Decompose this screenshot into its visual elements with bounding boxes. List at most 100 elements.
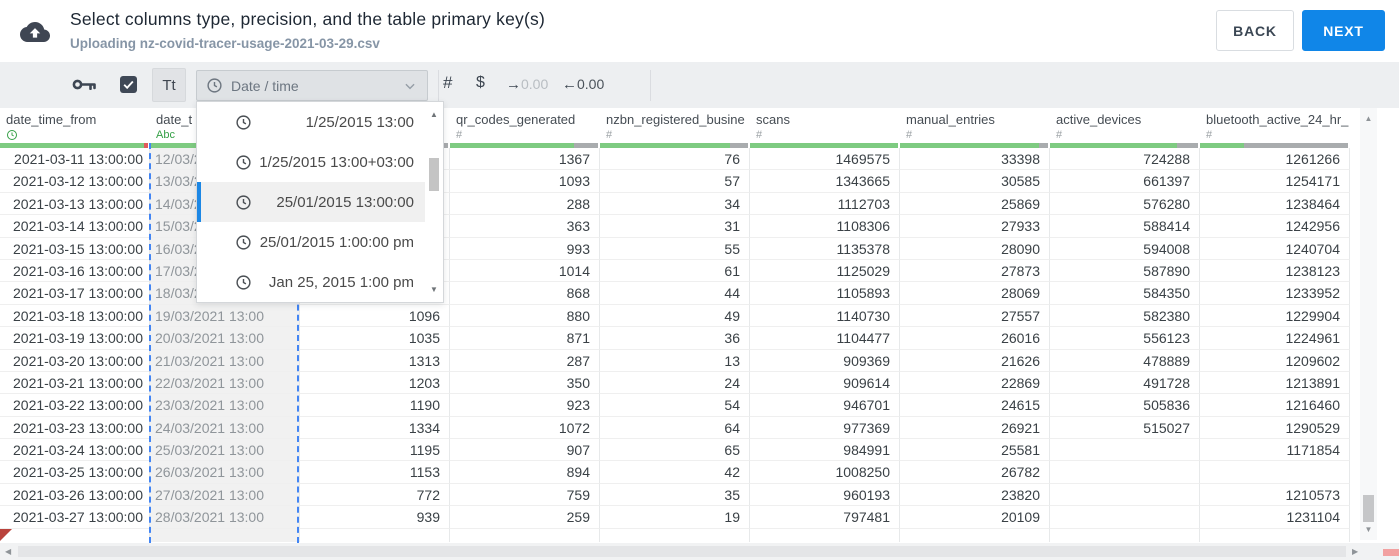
column-header-qr_codes_generated[interactable]: qr_codes_generated # xyxy=(450,108,600,143)
scroll-up-icon[interactable]: ▲ xyxy=(425,110,443,119)
table-cell[interactable]: 909369 xyxy=(750,349,900,372)
table-cell[interactable]: 1125029 xyxy=(750,259,900,283)
table-cell[interactable]: 2021-03-18 13:00:00 xyxy=(0,304,150,328)
table-cell[interactable]: 1240704 xyxy=(1200,237,1350,260)
column-header-nzbn_registered_busine[interactable]: nzbn_registered_busine # xyxy=(600,108,750,143)
table-cell[interactable]: 1014 xyxy=(450,259,600,283)
table-cell[interactable]: 1290529 xyxy=(1200,416,1350,440)
table-cell[interactable]: 363 xyxy=(450,215,600,238)
table-cell[interactable]: 880 xyxy=(450,304,600,328)
table-cell[interactable]: 2021-03-20 13:00:00 xyxy=(0,349,150,372)
table-cell[interactable]: 288 xyxy=(450,192,600,216)
table-cell[interactable]: 868 xyxy=(450,282,600,305)
table-cell[interactable]: 1238123 xyxy=(1200,259,1350,283)
table-cell[interactable]: 1254171 xyxy=(1200,170,1350,193)
table-cell[interactable]: 2021-03-14 13:00:00 xyxy=(0,215,150,238)
column-header-active_devices[interactable]: active_devices # xyxy=(1050,108,1200,143)
text-type-button[interactable]: Tt xyxy=(152,68,186,102)
table-cell[interactable]: 30585 xyxy=(900,170,1050,193)
table-cell[interactable] xyxy=(1050,461,1200,484)
table-cell[interactable]: 582380 xyxy=(1050,304,1200,328)
table-cell[interactable]: 31 xyxy=(600,215,750,238)
table-cell[interactable]: 1140730 xyxy=(750,304,900,328)
table-cell[interactable]: 2021-03-27 13:00:00 xyxy=(0,506,150,529)
table-cell[interactable]: 42 xyxy=(600,461,750,484)
table-cell[interactable]: 909614 xyxy=(750,371,900,395)
table-cell[interactable]: 26782 xyxy=(900,461,1050,484)
table-cell[interactable]: 1209602 xyxy=(1200,349,1350,372)
table-cell[interactable]: 584350 xyxy=(1050,282,1200,305)
table-cell[interactable]: 25581 xyxy=(900,439,1050,462)
table-cell[interactable]: 1195 xyxy=(300,439,450,462)
table-cell[interactable]: 1231104 xyxy=(1200,506,1350,529)
table-cell[interactable]: 44 xyxy=(600,282,750,305)
dropdown-item[interactable]: Jan 25, 2015 1:00 pm xyxy=(197,262,426,302)
table-cell[interactable]: 2021-03-15 13:00:00 xyxy=(0,237,150,260)
scroll-right-icon[interactable]: ▶ xyxy=(1352,547,1358,556)
table-cell[interactable]: 19 xyxy=(600,506,750,529)
table-cell[interactable]: 1190 xyxy=(300,394,450,417)
horizontal-scrollbar-thumb[interactable] xyxy=(18,546,1346,557)
table-cell[interactable]: 76 xyxy=(600,148,750,171)
table-cell[interactable]: 772 xyxy=(300,483,450,507)
table-cell[interactable]: 1334 xyxy=(300,416,450,440)
table-cell[interactable]: 724288 xyxy=(1050,148,1200,171)
table-cell[interactable]: 505836 xyxy=(1050,394,1200,417)
column-header-bluetooth_active_24_hr_[interactable]: bluetooth_active_24_hr_ # xyxy=(1200,108,1350,143)
horizontal-scrollbar[interactable]: ◀ ▶ xyxy=(0,543,1399,560)
table-cell[interactable]: 923 xyxy=(450,394,600,417)
table-cell[interactable]: 61 xyxy=(600,259,750,283)
table-cell[interactable]: 894 xyxy=(450,461,600,484)
table-cell[interactable]: 1171854 xyxy=(1200,439,1350,462)
table-cell[interactable]: 34 xyxy=(600,192,750,216)
table-cell[interactable]: 1469575 xyxy=(750,148,900,171)
table-cell[interactable]: 36 xyxy=(600,327,750,350)
table-cell[interactable]: 1105893 xyxy=(750,282,900,305)
table-cell[interactable]: 587890 xyxy=(1050,259,1200,283)
table-cell[interactable] xyxy=(750,528,900,542)
table-cell[interactable]: 1242956 xyxy=(1200,215,1350,238)
table-cell[interactable]: 20109 xyxy=(900,506,1050,529)
table-cell[interactable]: 27557 xyxy=(900,304,1050,328)
back-button[interactable]: BACK xyxy=(1216,10,1294,51)
table-cell[interactable] xyxy=(1050,528,1200,542)
table-cell[interactable]: 515027 xyxy=(1050,416,1200,440)
table-cell[interactable]: 759 xyxy=(450,483,600,507)
table-cell[interactable]: 2021-03-25 13:00:00 xyxy=(0,461,150,484)
table-cell[interactable]: 26/03/2021 13:00 xyxy=(150,461,300,484)
table-cell[interactable]: 871 xyxy=(450,327,600,350)
table-cell[interactable]: 2021-03-16 13:00:00 xyxy=(0,259,150,283)
table-cell[interactable]: 556123 xyxy=(1050,327,1200,350)
table-cell[interactable]: 1093 xyxy=(450,170,600,193)
scroll-up-icon[interactable]: ▲ xyxy=(1360,114,1377,123)
table-cell[interactable]: 54 xyxy=(600,394,750,417)
table-cell[interactable]: 1008250 xyxy=(750,461,900,484)
table-cell[interactable]: 21626 xyxy=(900,349,1050,372)
table-cell[interactable]: 25869 xyxy=(900,192,1050,216)
table-cell[interactable]: 977369 xyxy=(750,416,900,440)
table-cell[interactable]: 478889 xyxy=(1050,349,1200,372)
increase-decimal-button[interactable]: →0.00 xyxy=(506,76,548,93)
primary-key-icon[interactable] xyxy=(72,77,98,92)
table-cell[interactable]: 1153 xyxy=(300,461,450,484)
table-cell[interactable]: 1313 xyxy=(300,349,450,372)
table-cell[interactable]: 20/03/2021 13:00 xyxy=(150,327,300,350)
table-cell[interactable]: 1343665 xyxy=(750,170,900,193)
table-cell[interactable]: 939 xyxy=(300,506,450,529)
table-cell[interactable] xyxy=(450,528,600,542)
table-cell[interactable]: 1216460 xyxy=(1200,394,1350,417)
table-cell[interactable]: 24 xyxy=(600,371,750,395)
dropdown-scrollbar-thumb[interactable] xyxy=(429,158,439,191)
table-cell[interactable]: 1367 xyxy=(450,148,600,171)
table-cell[interactable]: 350 xyxy=(450,371,600,395)
table-cell[interactable]: 2021-03-11 13:00:00 xyxy=(0,148,150,171)
table-cell[interactable]: 993 xyxy=(450,237,600,260)
table-cell[interactable]: 28/03/2021 13:00 xyxy=(150,506,300,529)
table-cell[interactable]: 984991 xyxy=(750,439,900,462)
dropdown-item[interactable]: 25/01/2015 13:00:00 xyxy=(197,182,426,222)
table-cell[interactable]: 65 xyxy=(600,439,750,462)
table-cell[interactable]: 2021-03-23 13:00:00 xyxy=(0,416,150,440)
table-cell[interactable] xyxy=(900,528,1050,542)
table-cell[interactable]: 1224961 xyxy=(1200,327,1350,350)
dropdown-item[interactable]: 1/25/2015 13:00+03:00 xyxy=(197,142,426,182)
